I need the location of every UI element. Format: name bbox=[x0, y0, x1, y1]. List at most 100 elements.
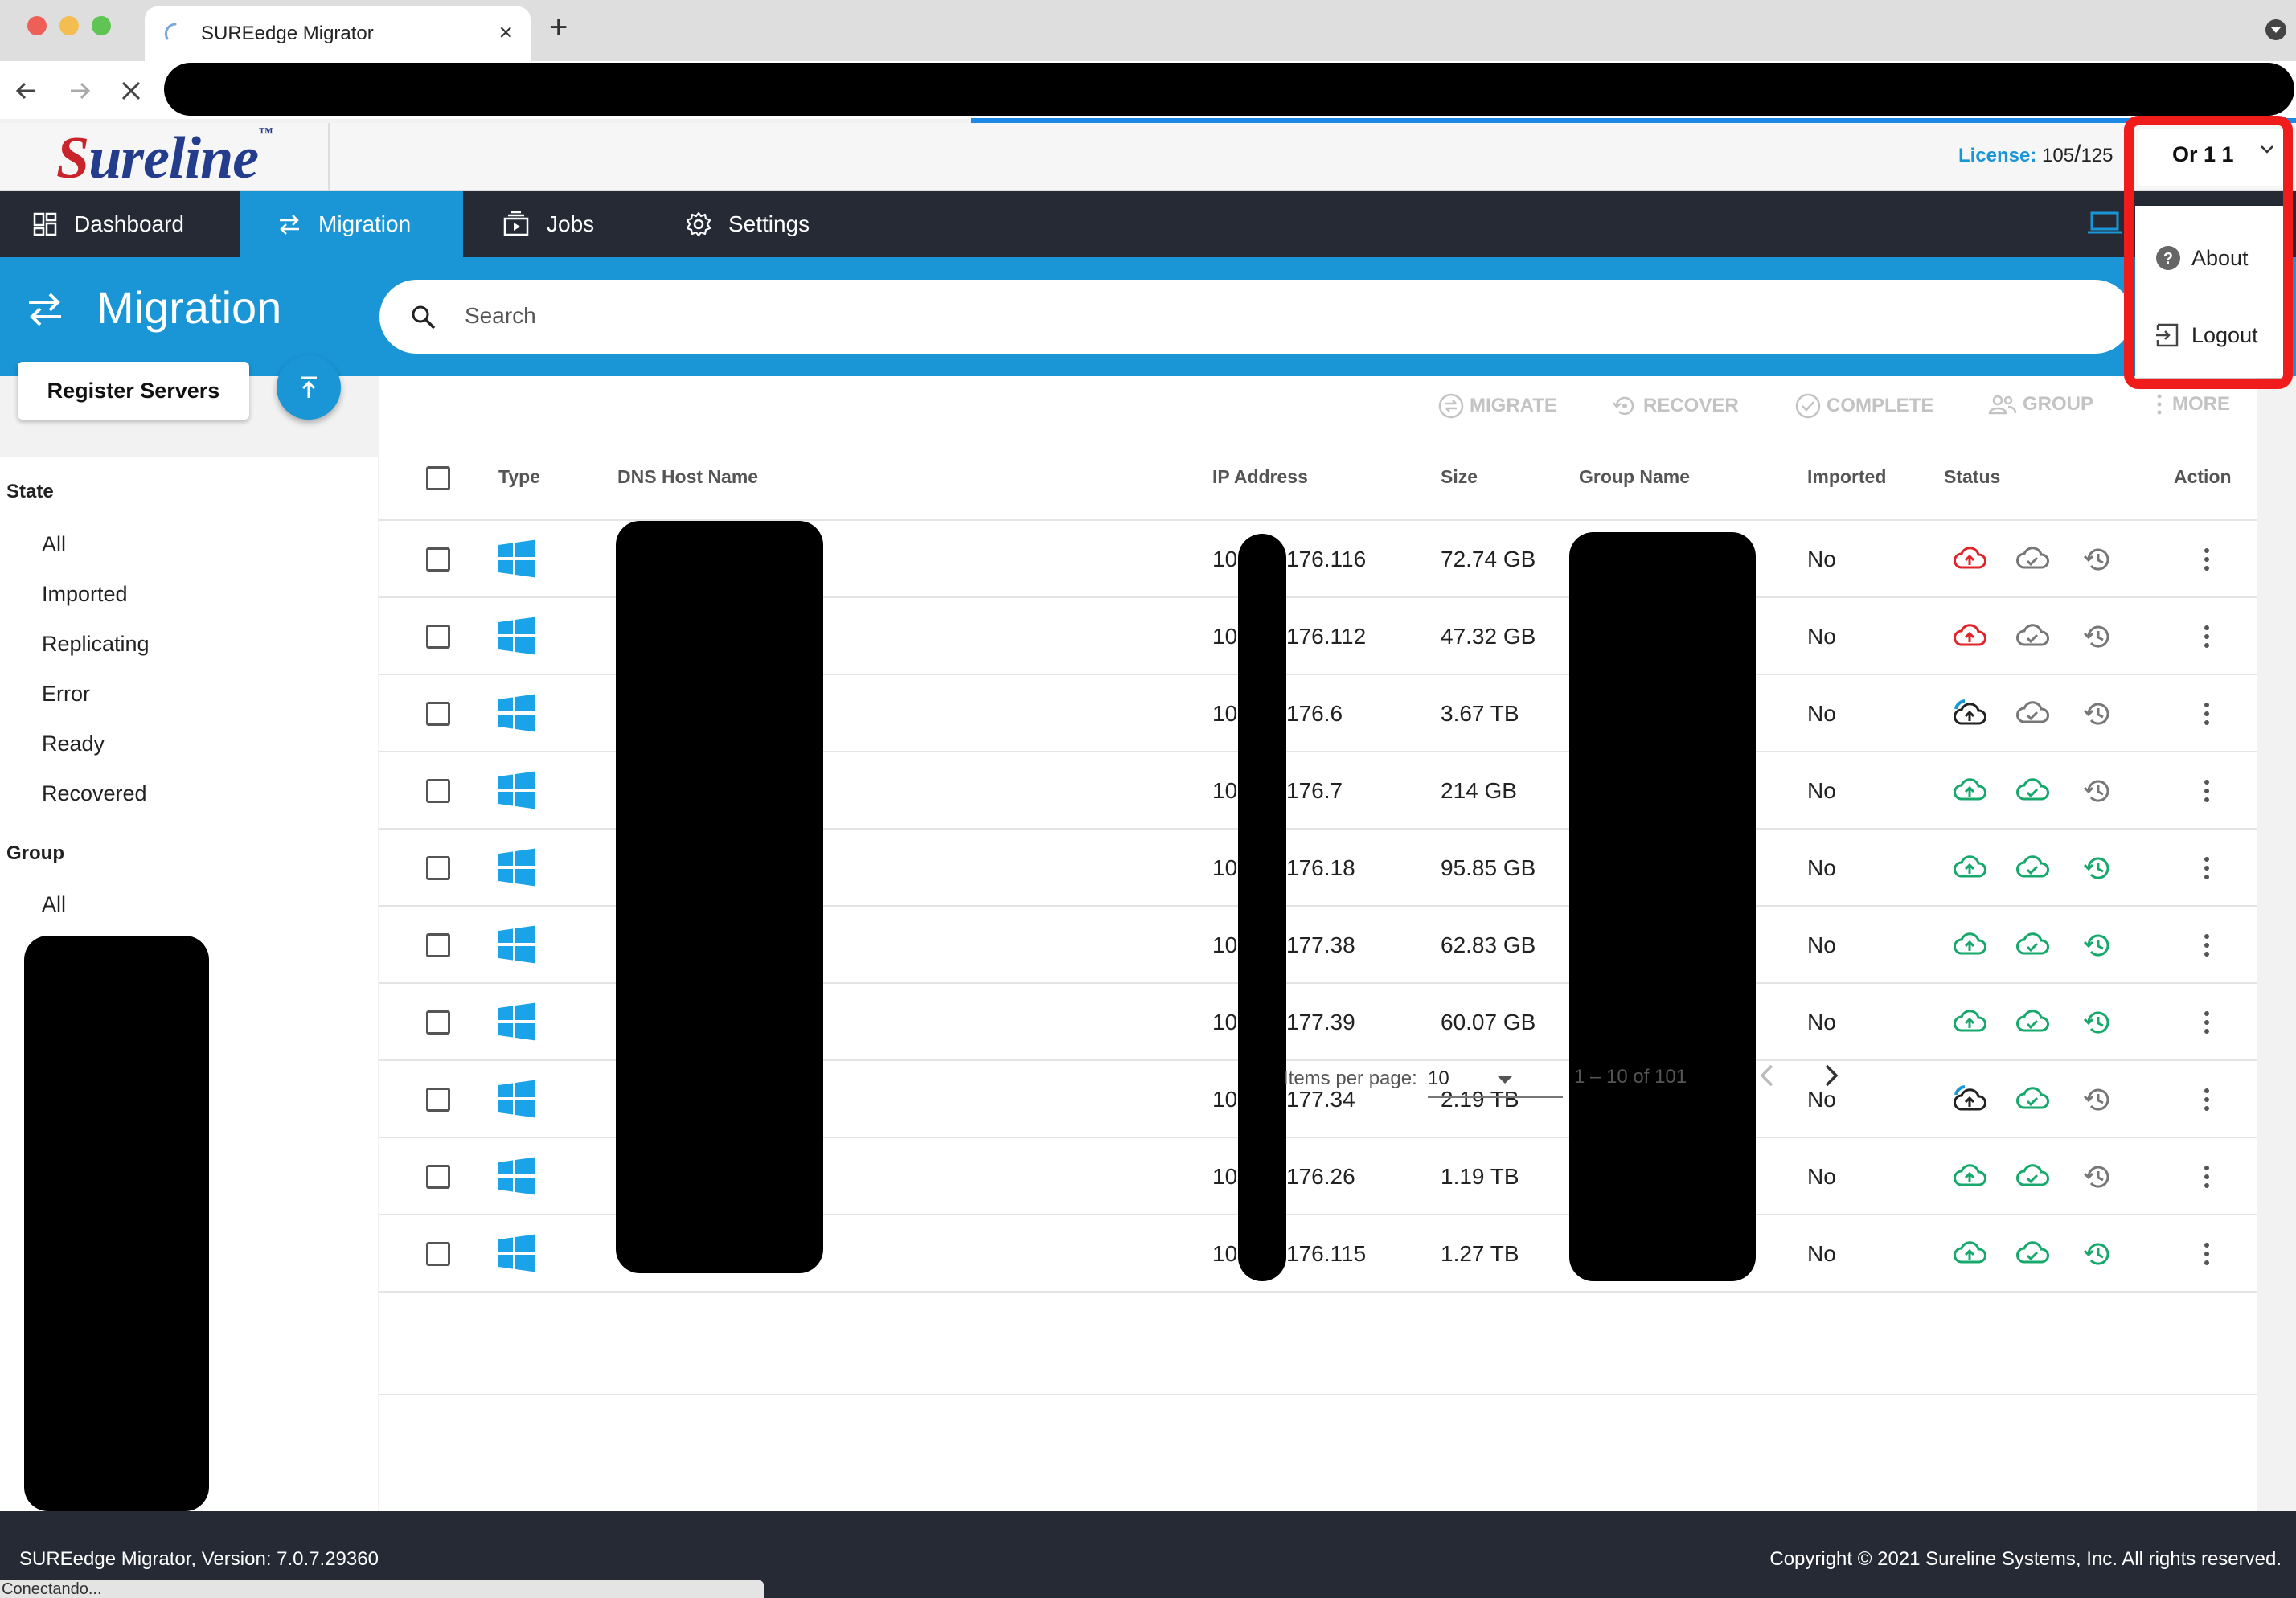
column-group-name[interactable]: Group Name bbox=[1579, 466, 1690, 488]
more-vert-icon[interactable] bbox=[2204, 703, 2211, 729]
windows-icon bbox=[497, 693, 537, 733]
history-icon[interactable] bbox=[2082, 930, 2113, 961]
column-type[interactable]: Type bbox=[498, 466, 540, 488]
cloud-upload-icon[interactable] bbox=[1952, 1008, 1987, 1035]
column-ip-address[interactable]: IP Address bbox=[1212, 466, 1308, 488]
cloud-done-icon[interactable] bbox=[2015, 854, 2050, 881]
row-checkbox[interactable] bbox=[426, 1165, 450, 1189]
group-action[interactable]: GROUP bbox=[1987, 392, 2093, 416]
history-icon[interactable] bbox=[2082, 1162, 2113, 1192]
more-vert-icon[interactable] bbox=[2204, 1088, 2211, 1115]
stop-loading-icon[interactable] bbox=[119, 79, 143, 103]
cloud-upload-icon[interactable] bbox=[1952, 1162, 1987, 1190]
history-icon[interactable] bbox=[2082, 853, 2113, 883]
migrate-action[interactable]: MIGRATE bbox=[1437, 392, 1557, 420]
history-icon[interactable] bbox=[2082, 1007, 2113, 1038]
row-checkbox[interactable] bbox=[426, 1010, 450, 1035]
browser-tab[interactable]: SUREedge Migrator × bbox=[145, 6, 531, 63]
cloud-upload-icon[interactable] bbox=[1952, 699, 1987, 727]
select-all-checkbox[interactable] bbox=[426, 466, 450, 490]
back-icon[interactable] bbox=[14, 79, 39, 103]
more-vert-icon[interactable] bbox=[2204, 1011, 2211, 1038]
close-window-button[interactable] bbox=[27, 16, 47, 35]
cloud-upload-icon[interactable] bbox=[1952, 1239, 1987, 1267]
history-icon[interactable] bbox=[2082, 1084, 2113, 1115]
nav-item-dashboard[interactable]: Dashboard bbox=[32, 191, 184, 257]
column-imported[interactable]: Imported bbox=[1807, 466, 1886, 488]
cloud-upload-icon[interactable] bbox=[1952, 776, 1987, 804]
cloud-done-icon[interactable] bbox=[2015, 776, 2050, 804]
minimize-window-button[interactable] bbox=[59, 16, 79, 35]
row-checkbox[interactable] bbox=[426, 1088, 450, 1112]
more-vert-icon[interactable] bbox=[2204, 1243, 2211, 1269]
more-vert-icon[interactable] bbox=[2204, 780, 2211, 806]
history-icon[interactable] bbox=[2082, 776, 2113, 806]
filter-state-replicating[interactable]: Replicating bbox=[42, 632, 150, 657]
address-bar[interactable] bbox=[164, 63, 2294, 116]
nav-item-jobs[interactable]: Jobs bbox=[502, 191, 594, 257]
size-cell: 3.67 TB bbox=[1441, 701, 1519, 726]
more-vert-icon[interactable] bbox=[2204, 625, 2211, 652]
cloud-done-icon[interactable] bbox=[2015, 1008, 2050, 1035]
search-input[interactable] bbox=[465, 299, 1992, 333]
filter-state-all[interactable]: All bbox=[42, 532, 66, 557]
cloud-upload-icon[interactable] bbox=[1952, 931, 1987, 958]
filter-state-recovered[interactable]: Recovered bbox=[42, 781, 147, 806]
cloud-upload-icon[interactable] bbox=[1952, 854, 1987, 881]
row-checkbox[interactable] bbox=[426, 856, 450, 880]
cloud-upload-icon[interactable] bbox=[1952, 545, 1987, 572]
cloud-done-icon[interactable] bbox=[2015, 699, 2050, 727]
more-vert-icon[interactable] bbox=[2204, 857, 2211, 883]
laptop-icon[interactable] bbox=[2087, 210, 2122, 237]
more-action[interactable]: MORE bbox=[2151, 392, 2230, 416]
size-cell: 95.85 GB bbox=[1441, 855, 1536, 880]
upload-button[interactable] bbox=[277, 355, 341, 420]
cloud-done-icon[interactable] bbox=[2015, 931, 2050, 958]
filter-state-imported[interactable]: Imported bbox=[42, 582, 128, 607]
history-icon[interactable] bbox=[2082, 1239, 2113, 1269]
zoom-window-button[interactable] bbox=[92, 16, 111, 35]
cloud-done-icon[interactable] bbox=[2015, 1085, 2050, 1112]
row-checkbox[interactable] bbox=[426, 779, 450, 803]
filter-group-all[interactable]: All bbox=[42, 892, 66, 917]
cloud-upload-icon[interactable] bbox=[1952, 1085, 1987, 1112]
more-vert-icon bbox=[2157, 394, 2162, 415]
more-vert-icon[interactable] bbox=[2204, 1166, 2211, 1192]
cloud-upload-icon[interactable] bbox=[1952, 622, 1987, 649]
row-checkbox[interactable] bbox=[426, 933, 450, 957]
filter-state-ready[interactable]: Ready bbox=[42, 731, 105, 756]
row-checkbox[interactable] bbox=[426, 1242, 450, 1266]
filter-state-error[interactable]: Error bbox=[42, 682, 90, 707]
complete-action[interactable]: COMPLETE bbox=[1794, 392, 1933, 420]
next-page-icon[interactable] bbox=[1818, 1059, 1844, 1092]
row-checkbox[interactable] bbox=[426, 547, 450, 572]
column-dns-host-name[interactable]: DNS Host Name bbox=[617, 466, 758, 488]
ip-suffix: 177.34 bbox=[1286, 1087, 1355, 1112]
items-per-page-select[interactable]: 10 bbox=[1428, 1058, 1563, 1098]
cloud-done-icon[interactable] bbox=[2015, 622, 2050, 649]
new-tab-button[interactable]: + bbox=[549, 11, 568, 43]
history-icon[interactable] bbox=[2082, 621, 2113, 652]
nav-item-migration[interactable]: Migration bbox=[277, 191, 411, 257]
column-status[interactable]: Status bbox=[1944, 466, 2000, 488]
column-size[interactable]: Size bbox=[1441, 466, 1478, 488]
row-checkbox[interactable] bbox=[426, 702, 450, 726]
history-icon[interactable] bbox=[2082, 699, 2113, 729]
search-bar[interactable] bbox=[379, 280, 2132, 354]
cloud-done-icon[interactable] bbox=[2015, 1162, 2050, 1190]
nav-item-settings[interactable]: Settings bbox=[685, 191, 810, 257]
previous-page-icon[interactable] bbox=[1754, 1059, 1780, 1092]
row-checkbox[interactable] bbox=[426, 625, 450, 649]
items-per-page-label: Items per page: bbox=[1283, 1067, 1417, 1089]
register-servers-button[interactable]: Register Servers bbox=[18, 362, 249, 420]
more-vert-icon[interactable] bbox=[2204, 934, 2211, 961]
recover-action[interactable]: RECOVER bbox=[1611, 392, 1739, 420]
more-vert-icon[interactable] bbox=[2204, 548, 2211, 575]
history-icon[interactable] bbox=[2082, 544, 2113, 575]
upload-icon bbox=[301, 376, 317, 398]
cloud-done-icon[interactable] bbox=[2015, 1239, 2050, 1267]
cloud-done-icon[interactable] bbox=[2015, 545, 2050, 572]
tab-search-icon[interactable] bbox=[2265, 19, 2286, 40]
forward-icon[interactable] bbox=[68, 79, 92, 103]
tab-close-icon[interactable]: × bbox=[498, 19, 513, 47]
